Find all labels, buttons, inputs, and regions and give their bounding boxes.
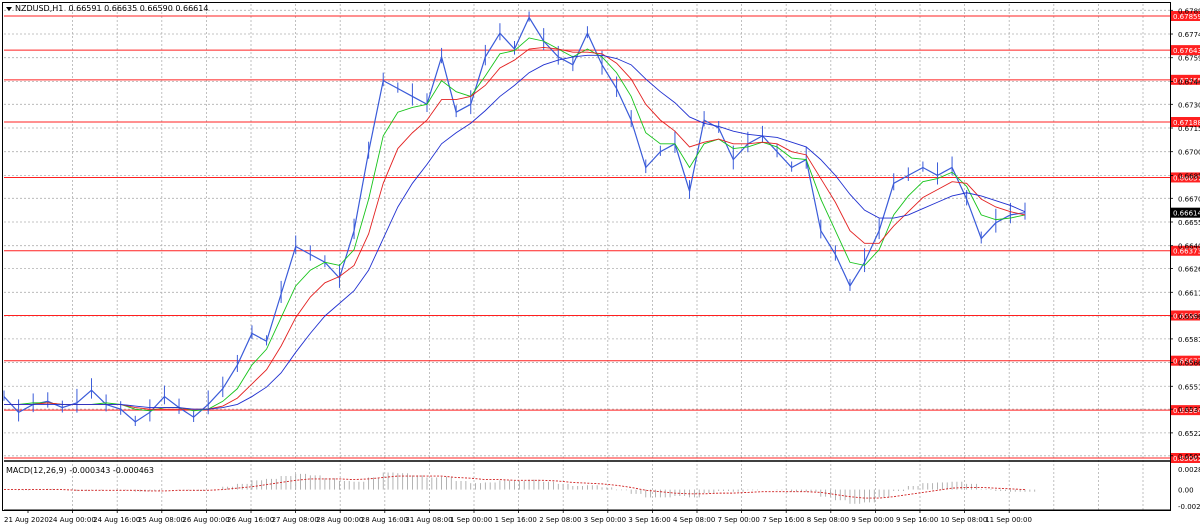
x-tick-label: 4 Sep 08:00 [673,516,715,524]
y-tick-label: 0.67895 [1178,7,1200,15]
y-tick-label: 0.67000 [1178,149,1200,157]
symbol-label: NZDUSD,H1 [15,4,64,13]
y-tick-label: 0.65515 [1178,383,1200,391]
x-tick-label: 28 Aug 16:00 [361,516,408,524]
x-tick-label: 9 Sep 00:00 [851,516,893,524]
chart-frame [2,2,1171,511]
x-tick-label: 2 Sep 08:00 [539,516,581,524]
macd-tick-label: 0.00 [1178,487,1194,495]
chart-header: NZDUSD,H1 0.66591 0.66635 0.66590 0.6661… [6,4,208,13]
x-tick-label: 10 Sep 08:00 [941,516,988,524]
chart-window[interactable]: 0.67859 0.67643 0.67455 0.67188 0.66837 0.663… [0,0,1200,526]
x-tick-label: 21 Aug 2020 [4,516,49,524]
x-tick-label: 8 Sep 08:00 [807,516,849,524]
x-tick-label: 1 Sep 16:00 [495,516,537,524]
y-tick-label: 0.67445 [1178,78,1200,86]
macd-tick-label: 0.002891 [1178,466,1200,474]
y-tick-label: 0.66110 [1178,289,1200,297]
y-tick-label: 0.66850 [1178,172,1200,180]
y-tick-label: 0.65075 [1178,453,1200,461]
x-tick-label: 9 Sep 16:00 [896,516,938,524]
macd-tick-label: -0.002311 [1178,503,1200,511]
y-tick-label: 0.67300 [1178,101,1200,109]
y-tick-label: 0.65220 [1178,430,1200,438]
macd-label: MACD(12,26,9) [6,466,67,475]
x-tick-label: 3 Sep 16:00 [628,516,670,524]
x-tick-label: 26 Aug 16:00 [227,516,274,524]
y-tick-label: 0.67745 [1178,31,1200,39]
y-tick-label: 0.66260 [1178,266,1200,274]
x-tick-label: 7 Sep 16:00 [762,516,804,524]
y-tick-label: 0.66555 [1178,219,1200,227]
x-tick-label: 28 Aug 00:00 [316,516,363,524]
y-tick-label: 0.66405 [1178,243,1200,251]
x-tick-label: 27 Aug 08:00 [272,516,319,524]
x-tick-label: 24 Aug 16:00 [93,516,140,524]
x-tick-label: 11 Sep 00:00 [985,516,1032,524]
chart-menu-triangle-icon[interactable] [6,6,12,11]
ohlc-values: 0.66591 0.66635 0.66590 0.66614 [68,4,209,13]
x-tick-label: 25 Aug 08:00 [138,516,185,524]
y-tick-label: 0.65960 [1178,313,1200,321]
x-tick-label: 26 Aug 00:00 [182,516,229,524]
x-tick-label: 7 Sep 00:00 [718,516,760,524]
y-tick-label: 0.66705 [1178,195,1200,203]
y-tick-label: 0.65370 [1178,406,1200,414]
x-tick-label: 3 Sep 00:00 [584,516,626,524]
current-price-label: 0.66614 [1173,210,1200,218]
y-tick-label: 0.67595 [1178,55,1200,63]
x-tick-label: 31 Aug 08:00 [405,516,452,524]
y-tick-label: 0.65815 [1178,336,1200,344]
macd-header: MACD(12,26,9) -0.000343 -0.000463 [6,466,154,475]
macd-values: -0.000343 -0.000463 [69,466,154,475]
x-tick-label: 24 Aug 00:00 [49,516,96,524]
x-tick-label: 1 Sep 00:00 [450,516,492,524]
y-tick-label: 0.67150 [1178,125,1200,133]
y-tick-label: 0.65665 [1178,360,1200,368]
